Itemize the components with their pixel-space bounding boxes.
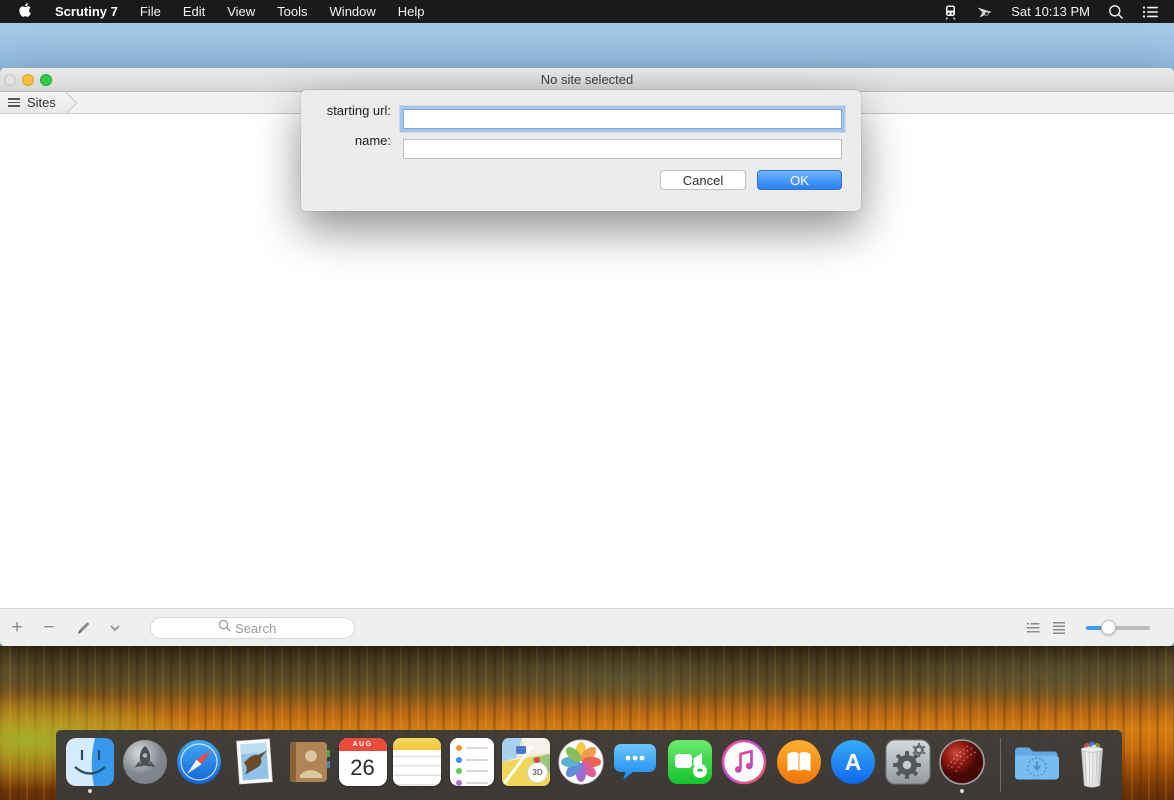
dock-icon-calendar[interactable]: AUG 26 [339, 738, 388, 794]
slider-thumb[interactable] [1101, 620, 1116, 635]
starting-url-label: starting url: [318, 103, 391, 118]
paper-plane-icon[interactable] [967, 4, 1002, 20]
menu-tools[interactable]: Tools [266, 4, 318, 19]
running-indicator [960, 789, 964, 793]
dock-icon-facetime[interactable] [666, 738, 715, 794]
new-site-dialog: starting url: name: Cancel OK [301, 90, 861, 211]
flat-view-icon[interactable] [1048, 609, 1070, 646]
apple-menu[interactable] [6, 2, 44, 21]
app-menu-title[interactable]: Scrutiny 7 [44, 4, 129, 19]
dock-icon-mail[interactable] [230, 738, 279, 794]
search-icon [218, 619, 231, 637]
dock-icon-launchpad[interactable] [121, 738, 170, 794]
maps-pin [534, 757, 540, 763]
window-title: No site selected [541, 72, 634, 87]
menu-edit[interactable]: Edit [172, 4, 216, 19]
menu-help[interactable]: Help [387, 4, 436, 19]
window-title-bar[interactable]: No site selected [0, 68, 1174, 92]
dock-icon-ibooks[interactable] [775, 738, 824, 794]
remove-site-button[interactable]: − [38, 609, 60, 646]
dock-icon-safari[interactable] [175, 738, 224, 794]
menu-view[interactable]: View [216, 4, 266, 19]
app-store-letter: A [845, 749, 862, 775]
search-field[interactable] [150, 617, 355, 639]
hamburger-icon [8, 98, 20, 107]
dock-icon-app-store[interactable]: A [829, 738, 878, 794]
dock-icon-system-preferences[interactable] [884, 738, 933, 794]
calendar-day: 26 [339, 751, 387, 784]
bottom-toolbar: + − [0, 608, 1174, 646]
dock-icon-downloads[interactable] [1013, 738, 1062, 794]
hierarchy-view-icon[interactable] [1022, 609, 1044, 646]
dock: AUG 26 3D A [56, 730, 1122, 800]
zoom-button[interactable] [40, 74, 52, 86]
dock-icon-maps[interactable]: 3D [502, 738, 551, 794]
train-icon[interactable] [934, 4, 967, 20]
edit-pencil-icon[interactable] [70, 609, 96, 646]
menu-bar: Scrutiny 7 File Edit View Tools Window H… [0, 0, 1174, 23]
maps-3d-badge: 3D [527, 762, 548, 783]
dock-separator [1000, 738, 1001, 792]
calendar-month: AUG [339, 738, 387, 751]
dock-icon-finder[interactable] [66, 738, 115, 794]
notification-center-icon[interactable] [1133, 5, 1168, 19]
menu-window[interactable]: Window [319, 4, 387, 19]
cancel-button[interactable]: Cancel [660, 170, 746, 190]
spotlight-search-icon[interactable] [1099, 4, 1133, 20]
dock-icon-messages[interactable] [611, 738, 660, 794]
chevron-down-icon[interactable] [104, 609, 126, 646]
minimize-button[interactable] [22, 74, 34, 86]
search-input[interactable] [235, 621, 287, 636]
ok-button[interactable]: OK [757, 170, 842, 190]
running-indicator [88, 789, 92, 793]
apple-logo-icon [18, 2, 32, 21]
menu-bar-clock[interactable]: Sat 10:13 PM [1002, 4, 1099, 19]
menu-file[interactable]: File [129, 4, 172, 19]
dock-icon-trash[interactable] [1068, 738, 1117, 794]
starting-url-input[interactable] [403, 109, 842, 129]
dock-icon-scrutiny[interactable] [938, 738, 987, 794]
dock-icon-contacts[interactable] [284, 738, 333, 794]
dock-icon-itunes[interactable] [720, 738, 769, 794]
breadcrumb-label: Sites [27, 95, 56, 110]
close-button[interactable] [4, 74, 16, 86]
dock-icon-photos[interactable] [557, 738, 606, 794]
name-input[interactable] [403, 139, 842, 159]
breadcrumb-sites[interactable]: Sites [0, 92, 66, 113]
add-site-button[interactable]: + [6, 609, 28, 646]
name-label: name: [318, 133, 391, 148]
dock-icon-reminders[interactable] [448, 738, 497, 794]
desktop-wallpaper-sky [0, 23, 1174, 68]
zoom-slider[interactable] [1086, 626, 1150, 630]
dock-icon-notes[interactable] [393, 738, 442, 794]
